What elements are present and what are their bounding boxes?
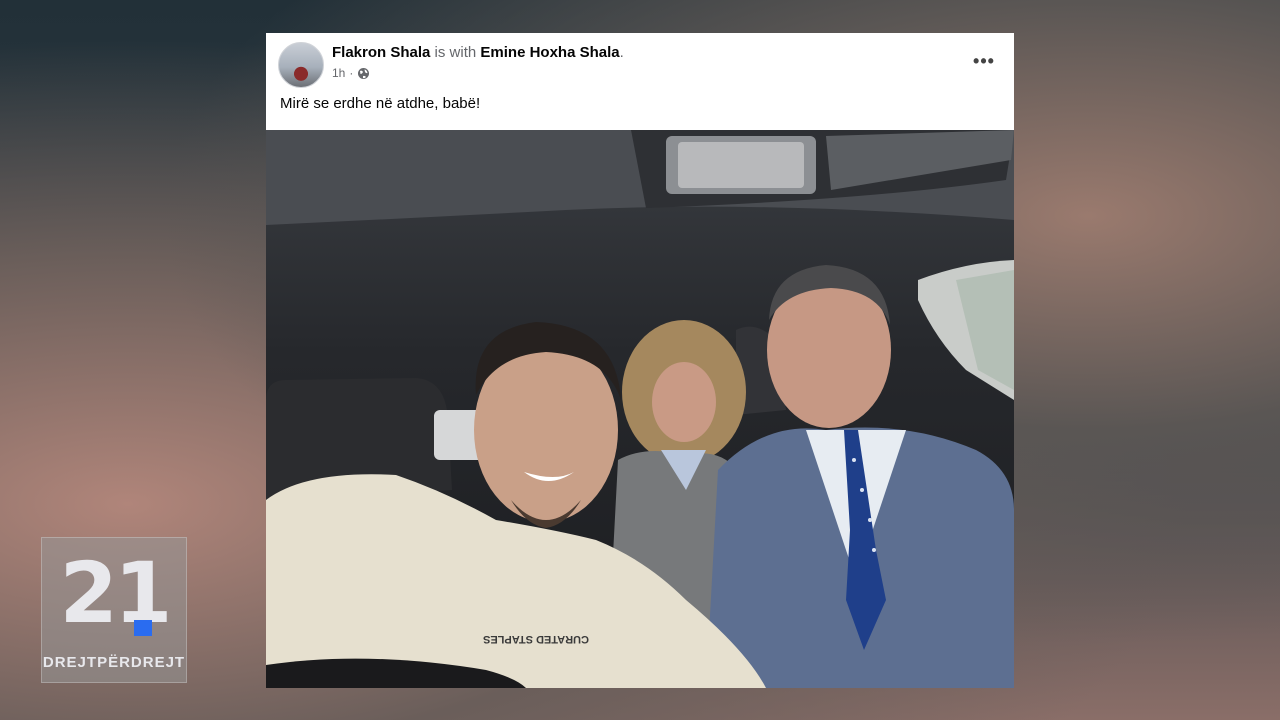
- more-options-icon[interactable]: •••: [970, 49, 998, 73]
- with-connector: is with: [434, 44, 477, 61]
- shirt-print-text: CURATED STAPLES: [483, 633, 589, 645]
- channel-logo: 21 DREJTPËRDREJT: [41, 537, 187, 683]
- tagged-person-name[interactable]: Emine Hoxha Shala: [480, 44, 619, 61]
- channel-logo-accent: [134, 620, 152, 636]
- channel-logo-number: 21: [59, 544, 173, 642]
- facebook-post-card: Flakron Shala is with Emine Hoxha Shala.…: [266, 33, 1014, 688]
- post-timestamp[interactable]: 1h: [332, 66, 345, 80]
- post-header: Flakron Shala is with Emine Hoxha Shala.…: [266, 33, 1014, 130]
- tagged-suffix: .: [619, 44, 624, 61]
- globe-icon: [357, 67, 370, 80]
- post-caption: Mirë se erdhe në atdhe, babë!: [280, 95, 481, 112]
- post-photo[interactable]: CURATED STAPLES: [266, 130, 1014, 688]
- channel-logo-slogan: DREJTPËRDREJT: [42, 654, 186, 671]
- meta-separator: ·: [349, 66, 354, 80]
- post-meta: 1h ·: [332, 66, 370, 80]
- author-name[interactable]: Flakron Shala: [332, 44, 430, 61]
- author-line: Flakron Shala is with Emine Hoxha Shala.: [332, 44, 624, 61]
- author-avatar[interactable]: [278, 42, 324, 88]
